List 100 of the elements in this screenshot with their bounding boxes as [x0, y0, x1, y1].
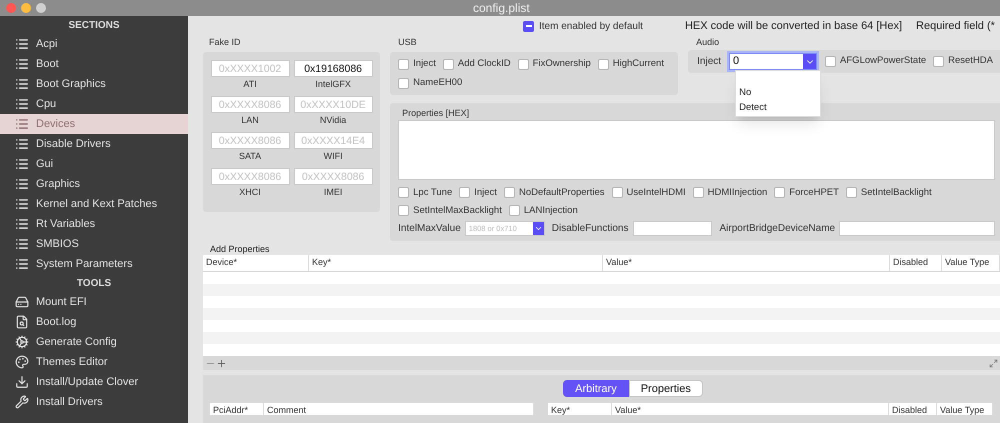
menu-item[interactable]: No	[736, 85, 820, 100]
checkbox-label: ForceHPET	[789, 186, 839, 200]
gears-icon	[15, 335, 29, 349]
checkbox[interactable]	[825, 56, 836, 67]
field-label: Inject	[697, 55, 722, 69]
checkbox[interactable]	[518, 58, 529, 70]
sidebar-item[interactable]: Gui	[0, 154, 188, 174]
segment-tab[interactable]: Arbitrary	[563, 380, 629, 397]
close-button[interactable]	[6, 3, 16, 13]
sidebar-item[interactable]: Acpi	[0, 34, 188, 54]
list-icon	[15, 57, 29, 71]
checkbox-label: FixOwnership	[532, 57, 591, 71]
column-header[interactable]: Value*	[603, 255, 890, 271]
field-label: SATA	[238, 150, 262, 163]
checkbox[interactable]	[774, 187, 786, 198]
column-header[interactable]: Value*	[612, 403, 889, 415]
sidebar-item[interactable]: Cpu	[0, 94, 188, 114]
field-label: ATI	[243, 78, 257, 91]
checkbox[interactable]	[442, 58, 454, 70]
text-field[interactable]	[839, 221, 995, 236]
field-label: DisableFunctions	[552, 222, 628, 236]
hex-text-area[interactable]	[398, 120, 995, 180]
chevron-down-icon	[534, 224, 543, 233]
checkbox[interactable]	[523, 20, 534, 32]
column-header[interactable]: Key*	[309, 255, 603, 271]
text-field[interactable]	[632, 221, 712, 236]
checkbox[interactable]	[398, 205, 410, 216]
column-header[interactable]: Value Type	[937, 403, 993, 415]
hex-field[interactable]: 0xXXXX8086	[210, 168, 290, 185]
checkbox[interactable]	[612, 187, 622, 198]
column-header[interactable]: Key*	[548, 403, 612, 415]
sidebar-item[interactable]: Install Drivers	[0, 392, 188, 412]
minimize-button[interactable]	[21, 3, 31, 13]
hex-field[interactable]: 0xXXXX8086	[210, 96, 290, 113]
sidebar-item[interactable]: Generate Config	[0, 332, 188, 352]
checkbox-label: NameEH00	[413, 76, 462, 90]
checkbox[interactable]	[504, 187, 515, 198]
sidebar-item[interactable]: Boot	[0, 54, 188, 74]
field-label: IntelMaxValue	[398, 222, 461, 236]
checkbox[interactable]	[598, 58, 609, 70]
sidebar-item[interactable]: Graphics	[0, 174, 188, 194]
column-header[interactable]: Device*	[203, 255, 309, 271]
hex-note: HEX code will be converted in base 64 [Hex]	[684, 18, 902, 34]
inject-combo-box[interactable]: 0	[729, 53, 818, 70]
column-header[interactable]: Value Type	[942, 255, 1000, 271]
group-title: USB	[398, 36, 418, 48]
sidebar-item[interactable]: Kernel and Kext Patches	[0, 194, 188, 214]
checkbox-label: Lpc Tune	[413, 186, 452, 200]
checkbox[interactable]	[933, 56, 944, 67]
checkbox[interactable]	[459, 187, 470, 198]
field-label: IntelGFX	[315, 78, 351, 91]
required-note: Required field (*	[916, 18, 995, 34]
hex-field[interactable]: 0xXXXX14E4	[294, 132, 373, 149]
sidebar-item[interactable]: Boot Graphics	[0, 74, 188, 94]
column-header[interactable]: Disabled	[889, 403, 937, 415]
checkbox[interactable]	[508, 205, 520, 216]
zoom-button[interactable]	[36, 3, 46, 13]
segment-tab[interactable]: Properties	[628, 380, 703, 397]
menu-item[interactable]: Detect	[736, 100, 820, 115]
column-header[interactable]: Comment	[264, 403, 534, 415]
checkbox-label: NoDefaultProperties	[518, 186, 604, 200]
sidebar-item[interactable]: Themes Editor	[0, 352, 188, 372]
palette-icon	[15, 355, 29, 369]
hex-field[interactable]: 0xXXXX1002	[210, 60, 290, 77]
checkbox[interactable]	[846, 187, 857, 198]
list-icon	[15, 157, 29, 171]
sidebar-item[interactable]: Rt Variables	[0, 214, 188, 234]
hex-field[interactable]: 0x19168086	[294, 60, 373, 77]
hex-field[interactable]: 0xXXXX8086	[210, 132, 290, 149]
checkbox[interactable]	[692, 187, 704, 198]
hex-field[interactable]: 0xXXXX10DE	[294, 96, 373, 113]
checkbox[interactable]	[398, 187, 410, 198]
checkbox[interactable]	[398, 78, 410, 89]
sidebar-item[interactable]: System Parameters	[0, 254, 188, 274]
file-search-icon	[15, 315, 29, 329]
field-label: WIFI	[324, 150, 343, 163]
list-icon	[15, 197, 29, 211]
checkbox-label: Add ClockID	[458, 57, 511, 71]
wrench-icon	[15, 395, 29, 409]
resize-icon[interactable]	[989, 358, 998, 368]
checkbox[interactable]	[398, 58, 410, 70]
sidebar-item[interactable]: Disable Drivers	[0, 134, 188, 154]
section-heading: SECTIONS	[67, 19, 121, 33]
sidebar-item[interactable]: SMBIOS	[0, 234, 188, 254]
sidebar-item[interactable]: Mount EFI	[0, 292, 188, 312]
hex-field[interactable]: 0xXXXX8086	[294, 168, 373, 185]
sidebar-item[interactable]: Boot.log	[0, 312, 188, 332]
column-header[interactable]: Disabled	[890, 255, 942, 271]
field-label: AirportBridgeDeviceName	[720, 222, 836, 236]
checkbox-label: Item enabled by default	[539, 20, 643, 34]
add-icon[interactable]	[216, 358, 227, 368]
window-title: config.plist	[473, 0, 530, 17]
sidebar-item[interactable]: Install/Update Clover	[0, 372, 188, 392]
field-label: IMEI	[324, 186, 342, 199]
column-header[interactable]: PciAddr*	[210, 403, 264, 415]
group-title: Audio	[696, 36, 720, 48]
list-icon	[15, 177, 29, 191]
list-icon	[15, 257, 29, 271]
list-icon	[15, 37, 29, 51]
group-title: Add Properties	[210, 243, 271, 255]
